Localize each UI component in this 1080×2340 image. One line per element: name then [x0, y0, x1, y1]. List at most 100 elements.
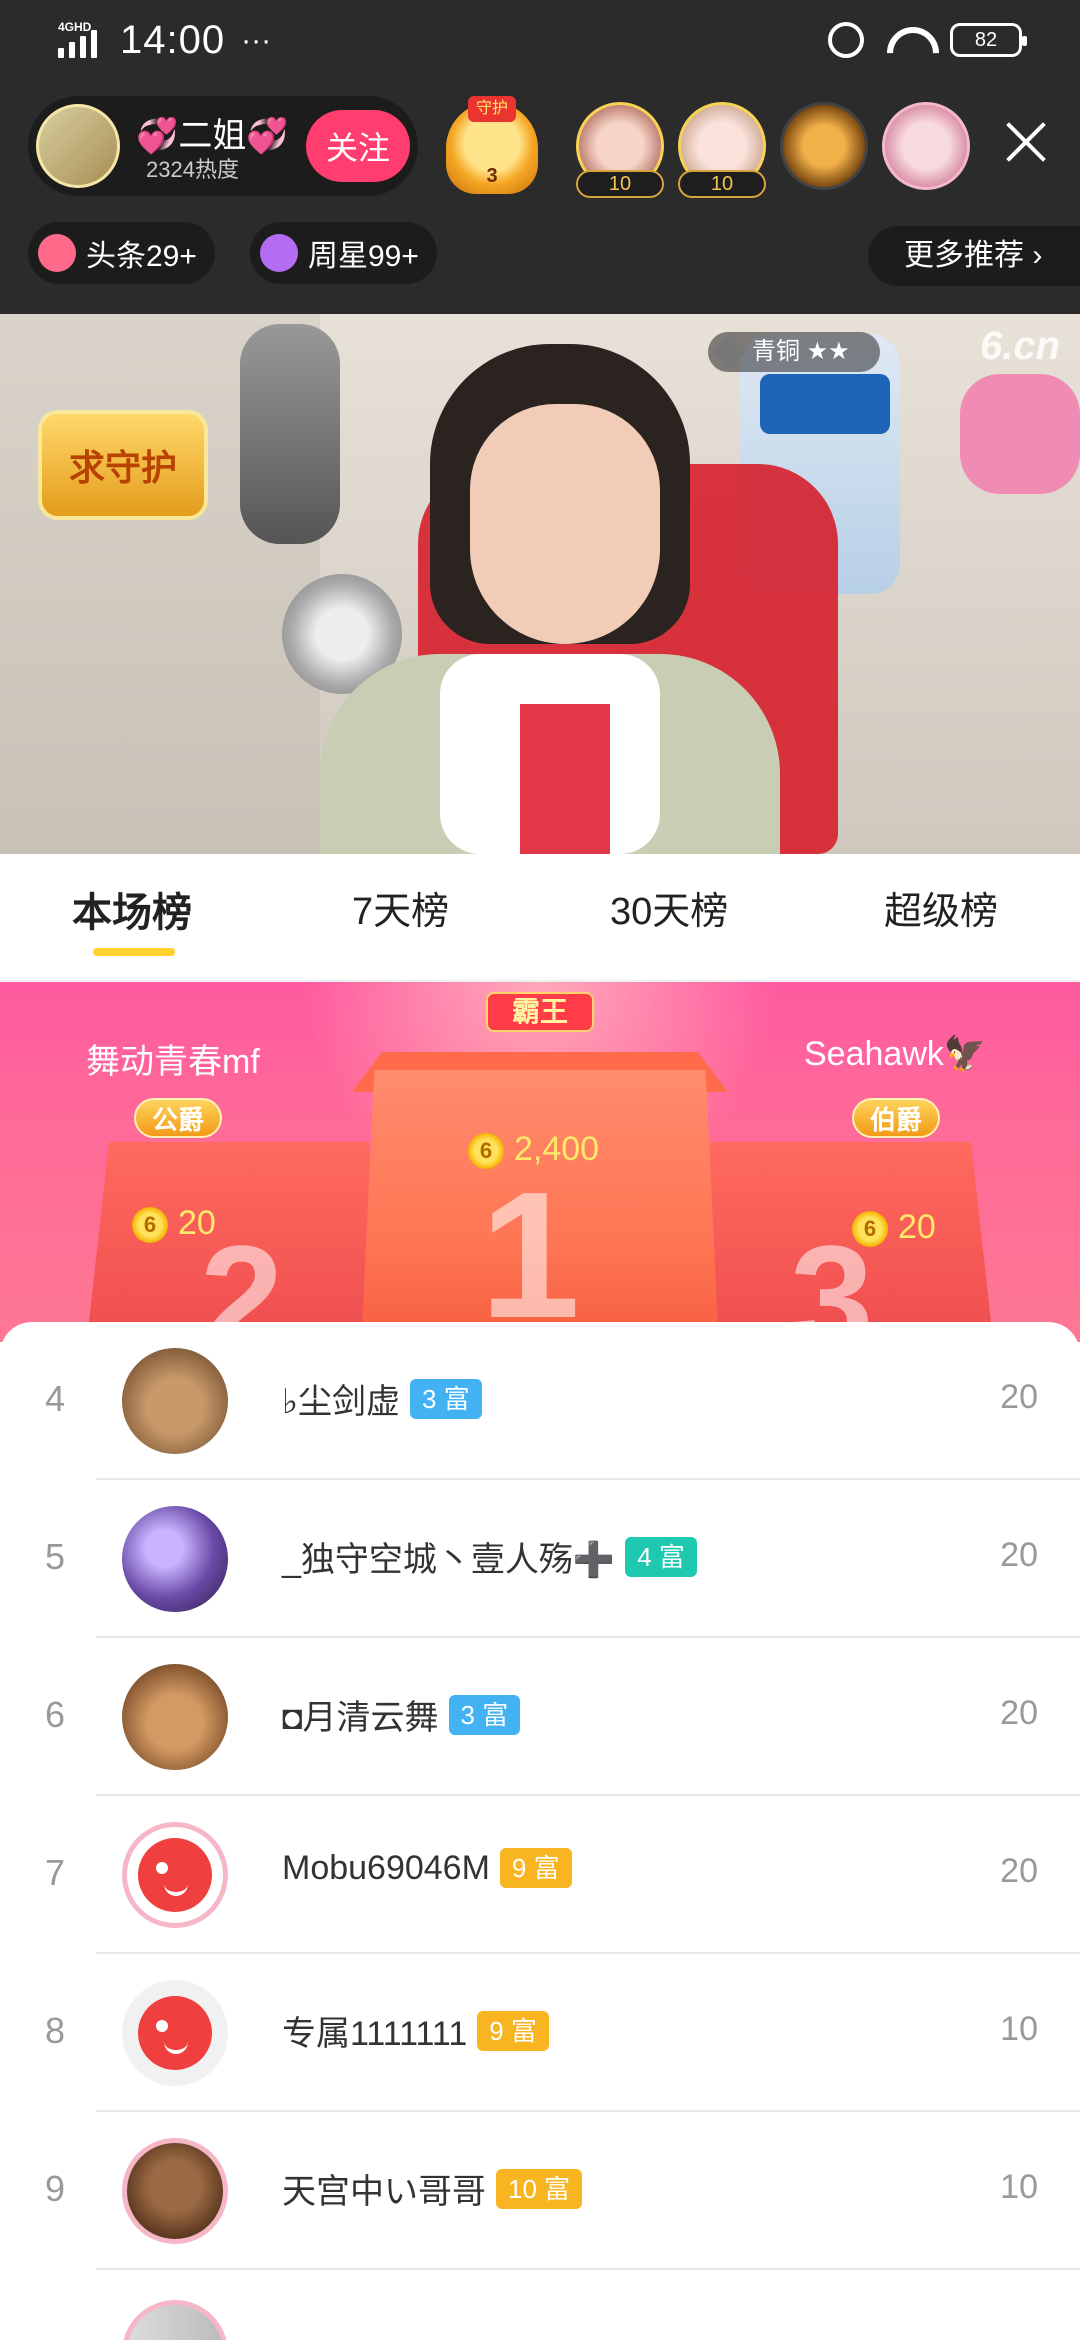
third-place-name[interactable]: Seahawk🦅 — [804, 1034, 986, 1074]
list-item[interactable]: 5 _独守空城丶壹人殇➕ 4 富 20 — [0, 1480, 1080, 1638]
user-points: 10 — [1000, 2168, 1038, 2206]
user-entry: _独守空城丶壹人殇➕ 4 富 — [282, 1532, 697, 1581]
tab-30-days[interactable]: 30天榜 — [610, 880, 728, 935]
second-score-value: 20 — [178, 1204, 216, 1242]
wealth-level-badge: 3 富 — [448, 1694, 521, 1735]
list-item-partial[interactable] — [0, 2270, 1080, 2340]
user-entry: ◘月清云舞 3 富 — [282, 1690, 521, 1739]
user-avatar[interactable] — [122, 2300, 228, 2340]
top-bar: 4GHD 14:00 ··· 82 💞二姐💞 2324热度 关注 守护 3 10… — [0, 0, 1080, 314]
viewer-avatar[interactable] — [780, 100, 868, 196]
user-avatar[interactable] — [122, 1506, 228, 1612]
rank-number: 8 — [44, 2010, 66, 2051]
guard-request-badge[interactable]: 求守护 — [38, 410, 208, 520]
more-recommend-button[interactable]: 更多推荐 › — [868, 226, 1080, 286]
watermark-logo: 6.cn — [980, 324, 1061, 368]
battery-icon: 82 — [950, 23, 1027, 57]
alarm-icon — [828, 22, 864, 58]
user-name: ♭尘剑虚 — [282, 1383, 401, 1421]
user-points: 20 — [1000, 1536, 1038, 1574]
user-avatar[interactable] — [122, 2138, 228, 2244]
host-card[interactable]: 💞二姐💞 2324热度 关注 — [28, 96, 418, 196]
bronze-rank-tag: 青铜 ★★ — [708, 332, 880, 372]
viewer-avatar[interactable]: 10 — [678, 100, 766, 198]
user-points: 20 — [1000, 1694, 1038, 1732]
viewer-level-badge: 10 — [678, 170, 766, 198]
user-name: ◘月清云舞 — [282, 1699, 439, 1737]
signal-icon: 4GHD — [58, 20, 108, 62]
headline-chip[interactable]: 头条29+ — [28, 222, 215, 284]
host-avatar[interactable] — [36, 104, 120, 188]
viewer-level-badge: 10 — [576, 170, 664, 198]
list-item[interactable]: 6 ◘月清云舞 3 富 20 — [0, 1638, 1080, 1796]
microphone — [240, 324, 340, 544]
toy-decoration — [960, 374, 1080, 494]
live-video[interactable]: 求守护 青铜 ★★ 6.cn — [0, 314, 1080, 854]
viewer-face — [882, 102, 970, 190]
wealth-level-badge: 9 富 — [477, 2010, 549, 2051]
earl-title-badge: 伯爵 — [852, 1098, 941, 1138]
second-place-name[interactable]: 舞动青春mf — [86, 1034, 260, 1083]
list-item[interactable]: 4 ♭尘剑虚 3 富 20 — [0, 1322, 1080, 1480]
battery-level: 82 — [974, 28, 998, 51]
first-score-value: 2,400 — [514, 1130, 600, 1168]
list-item[interactable]: 7 Mobu69046M 9 富 20 — [0, 1796, 1080, 1954]
user-avatar[interactable] — [122, 1822, 228, 1928]
viewer-avatar[interactable]: 10 — [576, 100, 664, 198]
user-name: _独守空城丶壹人殇➕ — [282, 1541, 616, 1579]
user-entry: 专属1111111 9 富 — [282, 2006, 549, 2055]
mascot-icon — [138, 1996, 212, 2070]
coin-icon: 6 — [852, 1211, 888, 1248]
user-points: 10 — [1000, 2010, 1038, 2048]
host-name: 💞二姐💞 — [136, 117, 289, 155]
clock: 14:00 — [120, 18, 226, 62]
status-bar: 4GHD 14:00 ··· 82 — [0, 0, 1080, 90]
user-name: Mobu69046M — [282, 1848, 490, 1887]
list-item[interactable]: 8 专属1111111 9 富 10 — [0, 1954, 1080, 2112]
streamer-face — [470, 404, 660, 644]
viewer-face — [780, 102, 868, 190]
close-icon[interactable] — [1004, 120, 1048, 164]
overlord-badge: 霸王 — [486, 992, 594, 1032]
tab-7-days[interactable]: 7天榜 — [352, 880, 449, 935]
user-avatar[interactable] — [122, 1664, 228, 1770]
list-item[interactable]: 9 天宫中い哥哥 10 富 10 — [0, 2112, 1080, 2270]
rank-number: 6 — [44, 1694, 66, 1735]
rank-number: 5 — [44, 1536, 66, 1577]
user-name: 天宫中い哥哥 — [282, 2173, 486, 2211]
ranking-list: 4 ♭尘剑虚 3 富 20 5 _独守空城丶壹人殇➕ 4 富 20 6 ◘月清云舞 3… — [0, 1322, 1080, 2340]
user-avatar[interactable] — [122, 1348, 228, 1454]
third-place-score: 6 20 — [852, 1208, 936, 1248]
wealth-level-badge: 10 富 — [496, 2168, 583, 2209]
follow-button[interactable]: 关注 — [306, 110, 410, 182]
leaderboard-tabs: 本场榜 7天榜 30天榜 超级榜 — [0, 854, 1080, 982]
guard-tag: 守护 — [468, 96, 516, 122]
star-icon — [260, 234, 298, 272]
podium-rank-1: 1 — [480, 1155, 581, 1342]
wealth-level-badge: 4 富 — [625, 1536, 697, 1577]
coin-icon: 6 — [468, 1133, 504, 1170]
tab-super[interactable]: 超级榜 — [884, 880, 998, 935]
more-notifications-icon: ··· — [241, 23, 272, 57]
tab-this-session[interactable]: 本场榜 — [72, 880, 192, 938]
weekly-star-label: 周星99+ — [308, 240, 419, 273]
duke-title-badge: 公爵 — [134, 1098, 223, 1138]
user-entry: Mobu69046M 9 富 — [282, 1848, 572, 1888]
rank-number: 9 — [44, 2168, 66, 2209]
rank-number: 4 — [44, 1378, 66, 1419]
user-avatar[interactable] — [122, 1980, 228, 2086]
user-points: 20 — [1000, 1378, 1038, 1416]
active-tab-indicator — [93, 948, 175, 956]
mascot-icon — [138, 1838, 212, 1912]
viewer-avatar[interactable] — [882, 100, 970, 196]
weekly-star-chip[interactable]: 周星99+ — [250, 222, 437, 284]
flame-icon — [38, 234, 76, 272]
guard-badge[interactable]: 守护 3 — [440, 96, 544, 196]
user-entry: 天宫中い哥哥 10 富 — [282, 2164, 583, 2213]
third-score-value: 20 — [898, 1208, 936, 1246]
wifi-icon — [884, 23, 930, 57]
live-room-screen: 4GHD 14:00 ··· 82 💞二姐💞 2324热度 关注 守护 3 10… — [0, 0, 1080, 2340]
headline-label: 头条29+ — [86, 240, 197, 273]
streamer-sweater — [520, 704, 610, 854]
wealth-level-badge: 9 富 — [499, 1848, 572, 1888]
